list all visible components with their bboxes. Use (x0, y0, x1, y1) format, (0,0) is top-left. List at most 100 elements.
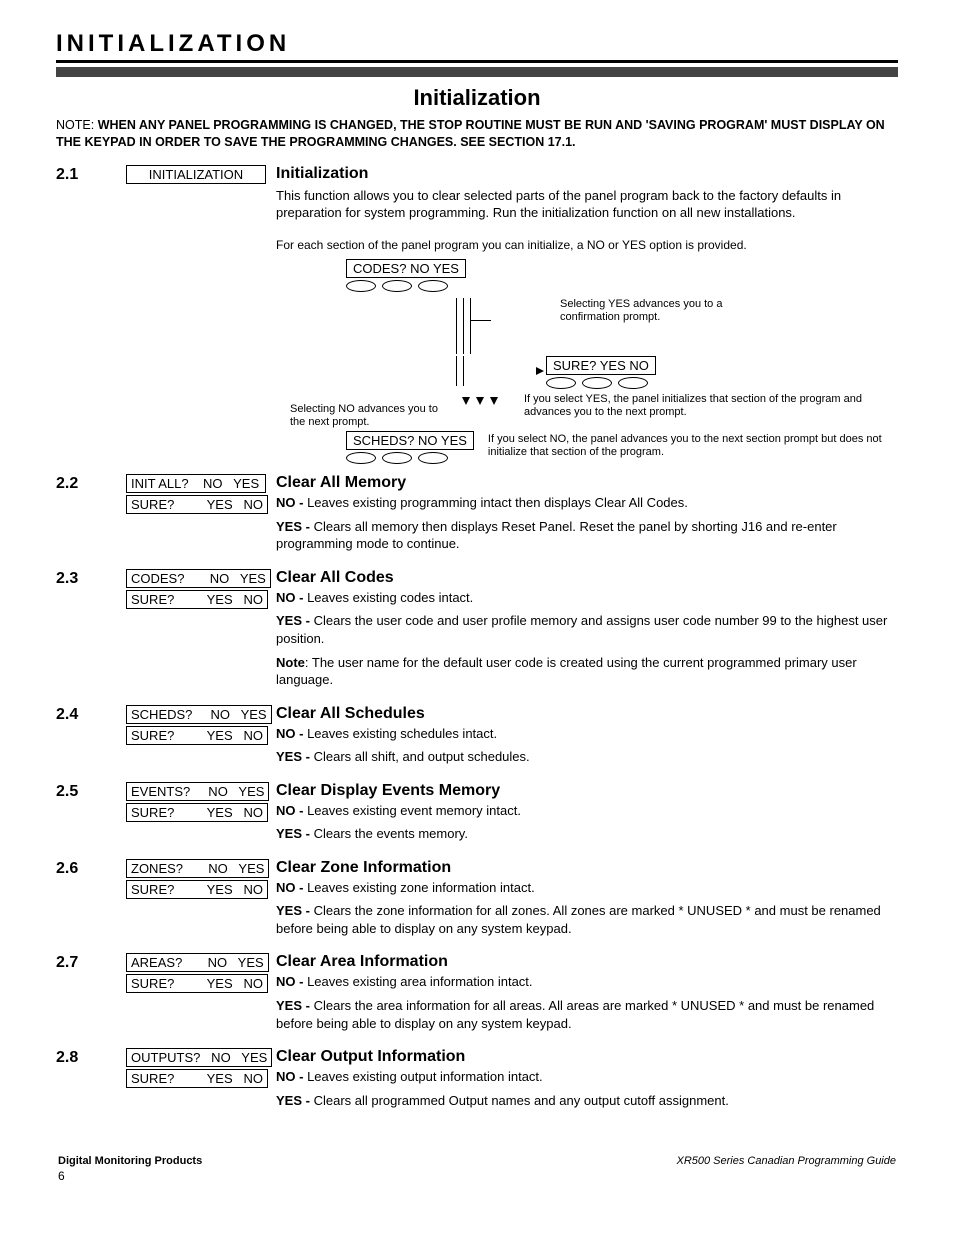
section-line: YES - Clears the zone information for al… (276, 902, 898, 937)
section-2-4: 2.4SCHEDS? NO YES SURE? YES NO Clear All S… (56, 705, 898, 772)
section-line: Note: The user name for the default user… (276, 654, 898, 689)
section-line: NO - Leaves existing zone information in… (276, 879, 898, 897)
page-title: Initialization (56, 85, 898, 111)
line-label: NO - (276, 726, 307, 741)
line-label: YES - (276, 519, 314, 534)
section-line: YES - Clears all programmed Output names… (276, 1092, 898, 1110)
keypad-display: CODES? NO YES (126, 569, 271, 588)
line-label: YES - (276, 749, 314, 764)
diagram-sure-box: SURE? YES NO (546, 356, 656, 375)
keypad-column: OUTPUTS? NO YES SURE? YES NO (126, 1048, 276, 1090)
line-label: NO - (276, 1069, 307, 1084)
section-number: 2.2 (56, 474, 126, 493)
line-text: Leaves existing codes intact. (307, 590, 473, 605)
oval-icon (346, 280, 376, 292)
keypad-display: EVENTS? NO YES (126, 782, 269, 801)
note-body: WHEN ANY PANEL PROGRAMMING IS CHANGED, T… (56, 118, 885, 149)
line-label: NO - (276, 803, 307, 818)
keypad-display: OUTPUTS? NO YES (126, 1048, 272, 1067)
section-body: Clear Zone Information NO - Leaves existi… (276, 859, 898, 944)
keypad-display: SURE? YES NO (126, 974, 268, 993)
line-text: Clears the events memory. (314, 826, 468, 841)
diagram-scheds-box: SCHEDS? NO YES (346, 431, 474, 450)
note-prefix: NOTE: (56, 118, 94, 132)
section-body: Clear All MemoryNO - Leaves existing pro… (276, 474, 898, 559)
page-footer: Digital Monitoring Products 6 XR500 Seri… (56, 1155, 898, 1183)
section-heading: Clear Area Information (276, 953, 898, 971)
section-line: NO - Leaves existing programming intact … (276, 494, 898, 512)
line-text: Leaves existing programming intact then … (307, 495, 688, 510)
diagram-buttons (546, 377, 656, 389)
oval-icon (418, 452, 448, 464)
section-line: YES - Clears the area information for al… (276, 997, 898, 1032)
section-number: 2.5 (56, 782, 126, 801)
section-line: YES - Clears the user code and user prof… (276, 612, 898, 647)
keypad-display: SCHEDS? NO YES (126, 705, 272, 724)
oval-icon (346, 452, 376, 464)
keypad-display: INIT ALL? NO YES (126, 474, 266, 493)
section-heading: Clear Display Events Memory (276, 782, 898, 800)
section-body: Clear All SchedulesNO - Leaves existing … (276, 705, 898, 772)
section-body: Clear Area Information NO - Leaves existi… (276, 953, 898, 1038)
keypad-display: SURE? YES NO (126, 880, 268, 899)
arrow-right-icon (536, 367, 544, 375)
section-paragraph: This function allows you to clear select… (276, 187, 898, 222)
section-number: 2.8 (56, 1048, 126, 1067)
oval-icon (546, 377, 576, 389)
section-line: NO - Leaves existing output information … (276, 1068, 898, 1086)
footer-right: XR500 Series Canadian Programming Guide (676, 1155, 896, 1183)
diagram-codes-box: CODES? NO YES (346, 259, 466, 278)
line-label: YES - (276, 613, 314, 628)
arrow-down-icon (462, 397, 470, 405)
diagram-conf-no: If you select NO, the panel advances you… (488, 431, 898, 459)
section-line: NO - Leaves existing schedules intact. (276, 725, 898, 743)
keypad-display: SURE? YES NO (126, 726, 268, 745)
diagram-caption: For each section of the panel program yo… (276, 238, 898, 253)
oval-icon (382, 452, 412, 464)
line-text: Leaves existing output information intac… (307, 1069, 543, 1084)
section-heading: Clear All Codes (276, 569, 898, 587)
section-heading: Initialization (276, 165, 898, 183)
diagram-conf-yes: If you select YES, the panel initializes… (524, 393, 898, 429)
arrow-down-icon (490, 397, 498, 405)
line-text: Leaves existing event memory intact. (307, 803, 521, 818)
note-block: NOTE: WHEN ANY PANEL PROGRAMMING IS CHAN… (56, 117, 898, 151)
keypad-display: SURE? YES NO (126, 1069, 268, 1088)
keypad-column: EVENTS? NO YESSURE? YES NO (126, 782, 276, 824)
section-line: NO - Leaves existing codes intact. (276, 589, 898, 607)
section-line: NO - Leaves existing event memory intact… (276, 802, 898, 820)
section-body: Clear Output Information NO - Leaves exis… (276, 1048, 898, 1115)
keypad-column: ZONES? NO YES SURE? YES NO (126, 859, 276, 901)
flow-diagram: For each section of the panel program yo… (276, 238, 898, 464)
line-text: Clears all memory then displays Reset Pa… (276, 519, 837, 552)
section-number: 2.4 (56, 705, 126, 724)
line-label: YES - (276, 1093, 314, 1108)
section-heading: Clear Zone Information (276, 859, 898, 877)
section-number: 2.6 (56, 859, 126, 878)
arrow-down-icon (476, 397, 484, 405)
keypad-display: SURE? YES NO (126, 495, 268, 514)
line-text: Clears all shift, and output schedules. (314, 749, 530, 764)
line-label: NO - (276, 974, 307, 989)
line-text: : The user name for the default user cod… (276, 655, 857, 688)
section-2-5: 2.5EVENTS? NO YESSURE? YES NOClear Displ… (56, 782, 898, 849)
chapter-header: INITIALIZATION (56, 30, 898, 63)
diagram-buttons (346, 452, 474, 464)
section-number: 2.1 (56, 165, 126, 184)
oval-icon (582, 377, 612, 389)
line-label: NO - (276, 590, 307, 605)
line-text: Clears all programmed Output names and a… (314, 1093, 729, 1108)
line-text: Leaves existing zone information intact. (307, 880, 535, 895)
line-text: Leaves existing area information intact. (307, 974, 532, 989)
section-line: YES - Clears the events memory. (276, 825, 898, 843)
line-text: Leaves existing schedules intact. (307, 726, 497, 741)
section-heading: Clear Output Information (276, 1048, 898, 1066)
line-text: Clears the user code and user profile me… (276, 613, 887, 646)
diagram-side-no: Selecting NO advances you to the next pr… (290, 393, 450, 429)
keypad-display: ZONES? NO YES (126, 859, 269, 878)
keypad-column: CODES? NO YESSURE? YES NO (126, 569, 276, 611)
oval-icon (418, 280, 448, 292)
section-2-6: 2.6ZONES? NO YES SURE? YES NO Clear Zone I… (56, 859, 898, 944)
line-text: Clears the zone information for all zone… (276, 903, 881, 936)
section-body: Clear Display Events Memory NO - Leaves e… (276, 782, 898, 849)
